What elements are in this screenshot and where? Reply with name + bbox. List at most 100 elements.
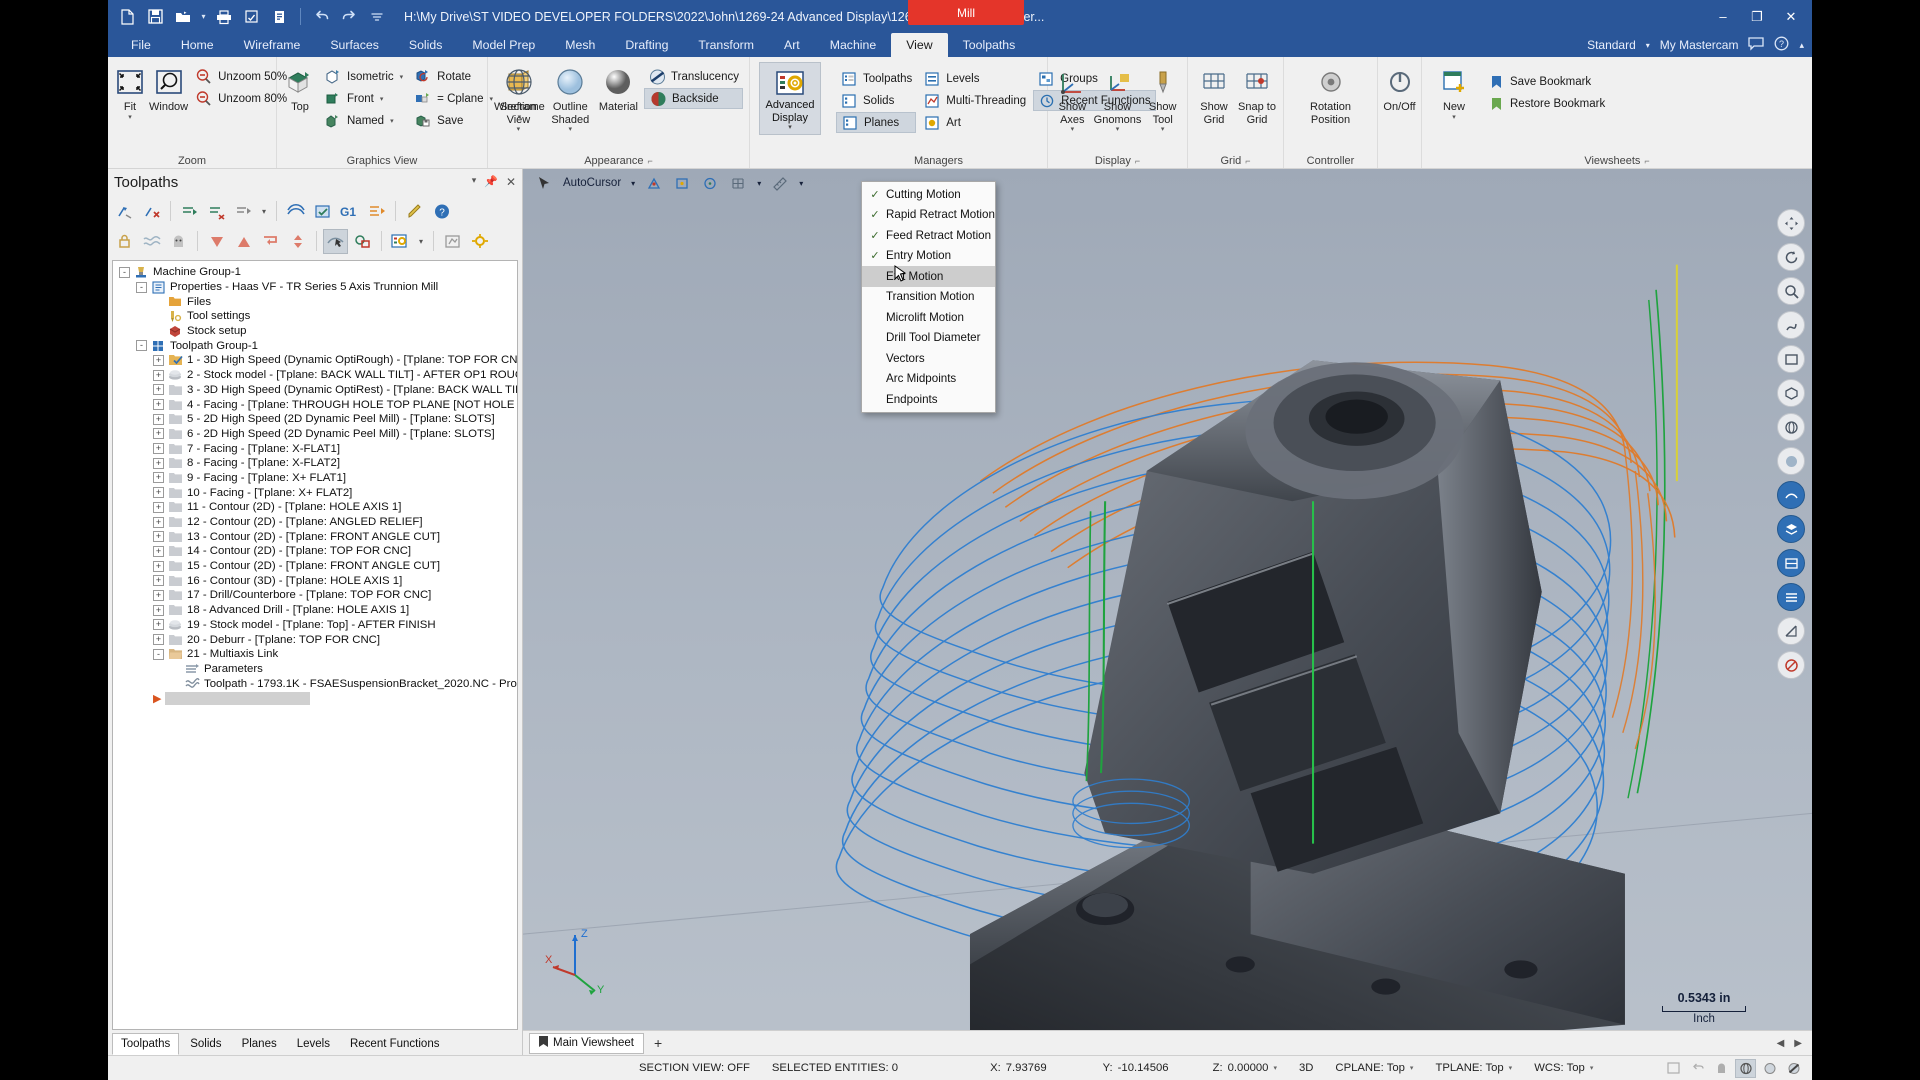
tab-wireframe[interactable]: Wireframe bbox=[229, 33, 316, 57]
measure-icon[interactable] bbox=[771, 174, 789, 192]
move-up-icon[interactable] bbox=[231, 229, 256, 254]
iso-view-icon[interactable] bbox=[1777, 379, 1805, 407]
toolpath-options-icon[interactable] bbox=[388, 229, 413, 254]
collapse-ribbon-icon[interactable]: ▴ bbox=[1799, 40, 1804, 51]
toolpath-display-filter-icon[interactable] bbox=[323, 228, 348, 254]
wireframe-view-icon[interactable] bbox=[1777, 413, 1805, 441]
tree-node[interactable]: +18 - Advanced Drill - [Tplane: HOLE AXI… bbox=[115, 603, 517, 618]
show-grid-button[interactable]: Show Grid bbox=[1194, 62, 1234, 126]
print-preview-icon[interactable] bbox=[239, 5, 265, 29]
status-level-icon[interactable] bbox=[1663, 1059, 1684, 1078]
tree-node[interactable]: +13 - Contour (2D) - [Tplane: FRONT ANGL… bbox=[115, 529, 517, 544]
outline-shaded-caret-icon[interactable]: ▾ bbox=[569, 126, 573, 134]
snap-point-icon[interactable] bbox=[645, 174, 663, 192]
tree-node[interactable]: +5 - 2D High Speed (2D Dynamic Peel Mill… bbox=[115, 412, 517, 427]
viewsheet-scroll-left-icon[interactable]: ◀ bbox=[1777, 1038, 1785, 1049]
tree-node[interactable]: +11 - Contour (2D) - [Tplane: HOLE AXIS … bbox=[115, 500, 517, 515]
regenerate-selected-icon[interactable] bbox=[177, 199, 202, 224]
post-g1-icon[interactable]: G1 bbox=[337, 199, 362, 224]
deselect-all-operations-icon[interactable] bbox=[139, 199, 164, 224]
insert-position-row[interactable]: ▶ bbox=[115, 691, 517, 706]
tab-mesh[interactable]: Mesh bbox=[550, 33, 610, 57]
rotate-tool-icon[interactable] bbox=[1777, 243, 1805, 271]
maximize-button[interactable]: ❐ bbox=[1740, 3, 1774, 31]
status-translucent-icon[interactable] bbox=[1783, 1059, 1804, 1078]
backside-button[interactable]: Backside bbox=[644, 88, 743, 109]
tree-node[interactable]: +2 - Stock model - [Tplane: BACK WALL TI… bbox=[115, 368, 517, 383]
select-all-operations-icon[interactable] bbox=[112, 199, 137, 224]
autocursor-toggle-icon[interactable] bbox=[535, 174, 553, 192]
product-tab-mill[interactable]: Mill bbox=[908, 0, 1024, 25]
tree-node[interactable]: +8 - Facing - [Tplane: X-FLAT2] bbox=[115, 456, 517, 471]
expand-icon[interactable]: + bbox=[153, 472, 164, 484]
tree-node[interactable]: Parameters bbox=[115, 662, 517, 677]
menu-item-transition-motion[interactable]: Transition Motion bbox=[862, 287, 995, 308]
undo-icon[interactable] bbox=[308, 5, 334, 29]
advanced-display-menu[interactable]: ✓ Cutting Motion ✓ Rapid Retract Motion ✓ Fee… bbox=[861, 181, 996, 413]
toggle-display-icon[interactable] bbox=[166, 229, 191, 254]
panel-menu-icon[interactable]: ▾ bbox=[472, 175, 477, 189]
expand-icon[interactable]: + bbox=[153, 575, 164, 587]
tab-art[interactable]: Art bbox=[769, 33, 815, 57]
tree-node[interactable]: +3 - 3D High Speed (Dynamic OptiRest) - … bbox=[115, 383, 517, 398]
verify-icon[interactable] bbox=[310, 199, 335, 224]
menu-item-arc-midpoints[interactable]: Arc Midpoints bbox=[862, 369, 995, 390]
tab-transform[interactable]: Transform bbox=[683, 33, 769, 57]
expand-icon[interactable]: + bbox=[153, 604, 164, 616]
wireframe-caret-icon[interactable]: ▾ bbox=[518, 114, 522, 122]
expand-icon[interactable]: + bbox=[153, 545, 164, 557]
toolpath-visibility-icon[interactable] bbox=[1777, 481, 1805, 509]
collapse-icon[interactable]: - bbox=[136, 340, 147, 352]
tree-node[interactable]: - Toolpath Group-1 bbox=[115, 338, 517, 353]
planes-quick-icon[interactable] bbox=[1777, 549, 1805, 577]
shaded-view-icon[interactable] bbox=[1777, 447, 1805, 475]
account-label[interactable]: My Mastercam bbox=[1660, 38, 1739, 52]
status-z-caret-icon[interactable]: ▾ bbox=[1273, 1064, 1277, 1072]
tree-node[interactable]: +16 - Contour (3D) - [Tplane: HOLE AXIS … bbox=[115, 573, 517, 588]
save-view-button[interactable]: Save bbox=[410, 110, 497, 131]
named-view-button[interactable]: Named ▾ bbox=[320, 110, 407, 131]
tree-node[interactable]: +19 - Stock model - [Tplane: Top] - AFTE… bbox=[115, 618, 517, 633]
snap-to-grid-button[interactable]: Snap to Grid bbox=[1237, 62, 1277, 126]
expand-icon[interactable]: + bbox=[153, 428, 164, 440]
section-view-quick-icon[interactable] bbox=[1777, 617, 1805, 645]
show-gnomons-caret-icon[interactable]: ▾ bbox=[1116, 126, 1120, 134]
regenerate-caret-icon[interactable]: ▾ bbox=[258, 199, 270, 224]
status-mode-3d[interactable]: 3D bbox=[1288, 1062, 1324, 1074]
menu-item-rapid-retract-motion[interactable]: ✓ Rapid Retract Motion bbox=[862, 205, 995, 226]
multi-threading-button[interactable]: Multi-Threading bbox=[919, 90, 1030, 111]
regenerate-dirty-icon[interactable] bbox=[204, 199, 229, 224]
machine-sim-icon[interactable] bbox=[440, 229, 465, 254]
show-tool-caret-icon[interactable]: ▾ bbox=[1161, 126, 1165, 134]
collapse-icon[interactable]: - bbox=[119, 266, 130, 278]
viewsheet-scroll-right-icon[interactable]: ▶ bbox=[1794, 1038, 1802, 1049]
graphics-viewport[interactable]: AutoCursor ▾ ▾ ▾ Z X Y 0.5343 in Inch Ma… bbox=[523, 169, 1812, 1055]
customize-qat-icon[interactable] bbox=[364, 5, 390, 29]
save-bookmark-button[interactable]: Save Bookmark bbox=[1483, 71, 1609, 92]
toolpath-options-caret-icon[interactable]: ▾ bbox=[415, 229, 427, 254]
help-icon[interactable]: ? bbox=[1774, 36, 1789, 54]
expand-icon[interactable]: + bbox=[153, 487, 164, 499]
expand-icon[interactable]: + bbox=[153, 619, 164, 631]
planes-manager-button[interactable]: Planes bbox=[836, 112, 917, 133]
panel-tab-solids[interactable]: Solids bbox=[181, 1033, 230, 1055]
menu-item-entry-motion[interactable]: ✓ Entry Motion bbox=[862, 246, 995, 267]
tree-node[interactable]: - 21 - Multiaxis Link bbox=[115, 647, 517, 662]
panel-close-icon[interactable]: ✕ bbox=[506, 175, 516, 189]
menu-item-feed-retract-motion[interactable]: ✓ Feed Retract Motion bbox=[862, 225, 995, 246]
tab-file[interactable]: File bbox=[116, 33, 166, 57]
add-viewsheet-button[interactable]: + bbox=[644, 1035, 672, 1051]
chat-icon[interactable] bbox=[1748, 37, 1765, 53]
viewsheet-tab-main[interactable]: Main Viewsheet bbox=[529, 1032, 644, 1054]
tab-drafting[interactable]: Drafting bbox=[610, 33, 683, 57]
outline-shaded-button[interactable]: Outline Shaded ▾ bbox=[548, 62, 593, 134]
status-cplane-caret-icon[interactable]: ▾ bbox=[1410, 1064, 1414, 1072]
status-cplane[interactable]: CPLANE: Top ▾ bbox=[1324, 1062, 1424, 1074]
expand-icon[interactable]: + bbox=[153, 399, 164, 411]
show-axes-button[interactable]: Show Axes ▾ bbox=[1054, 62, 1091, 134]
tree-node[interactable]: - Properties - Haas VF - TR Series 5 Axis… bbox=[115, 280, 517, 295]
autocursor-caret-icon[interactable]: ▾ bbox=[631, 179, 635, 188]
tree-node[interactable]: +20 - Deburr - [Tplane: TOP FOR CNC] bbox=[115, 632, 517, 647]
toolpath-settings-icon[interactable] bbox=[467, 229, 492, 254]
appearance-dialog-launcher-icon[interactable]: ⌐ bbox=[648, 156, 653, 166]
